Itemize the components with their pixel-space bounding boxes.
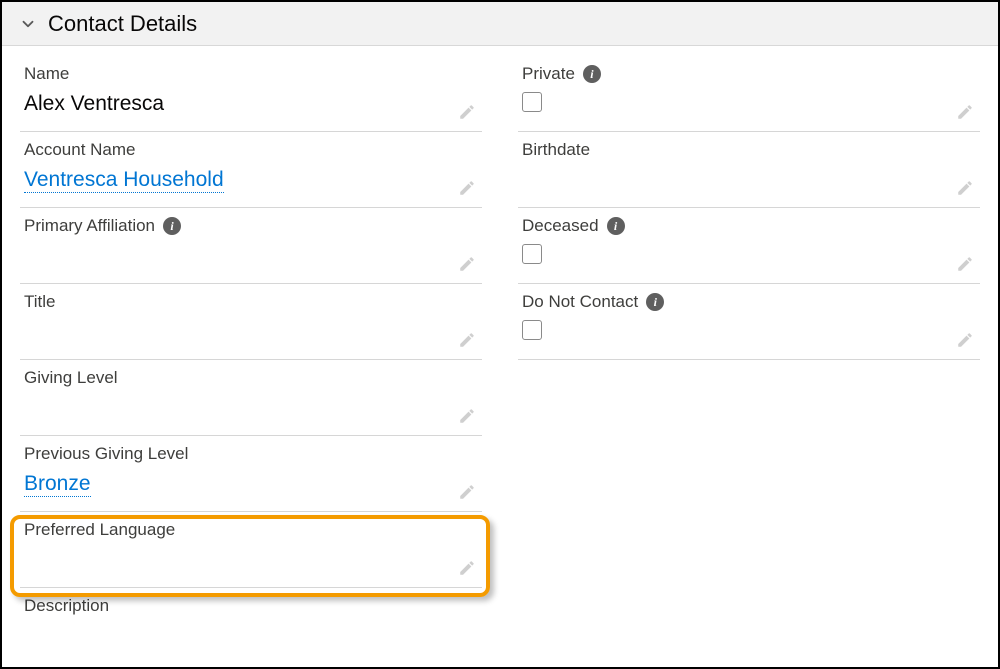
info-icon[interactable]: i: [583, 65, 601, 83]
field-account-name: Account Name Ventresca Household: [20, 132, 482, 208]
field-label: Birthdate: [522, 140, 590, 160]
chevron-down-icon: [18, 14, 38, 34]
pencil-icon[interactable]: [458, 103, 476, 121]
info-icon[interactable]: i: [607, 217, 625, 235]
pencil-icon[interactable]: [458, 407, 476, 425]
field-description: Description: [20, 588, 482, 628]
info-icon[interactable]: i: [163, 217, 181, 235]
field-label: Deceased: [522, 216, 599, 236]
field-value: [24, 394, 452, 420]
pencil-icon[interactable]: [458, 559, 476, 577]
do-not-contact-checkbox[interactable]: [522, 320, 542, 340]
field-label: Account Name: [24, 140, 136, 160]
field-label: Private: [522, 64, 575, 84]
pencil-icon[interactable]: [956, 179, 974, 197]
field-do-not-contact: Do Not Contact i: [518, 284, 980, 360]
field-label: Preferred Language: [24, 520, 175, 540]
pencil-icon[interactable]: [956, 331, 974, 349]
account-link[interactable]: Ventresca Household: [24, 168, 224, 193]
field-label: Name: [24, 64, 69, 84]
field-value: [24, 242, 452, 268]
right-column: Private i Birthdate Deceased: [500, 56, 988, 628]
field-label: Title: [24, 292, 56, 312]
field-value: [24, 318, 452, 344]
field-private: Private i: [518, 56, 980, 132]
field-value: Bronze: [24, 470, 452, 497]
field-value: [522, 166, 950, 192]
info-icon[interactable]: i: [646, 293, 664, 311]
field-label: Primary Affiliation: [24, 216, 155, 236]
field-title: Title: [20, 284, 482, 360]
section-header[interactable]: Contact Details: [2, 2, 998, 46]
field-label: Giving Level: [24, 368, 118, 388]
pencil-icon[interactable]: [458, 483, 476, 501]
field-value: [24, 546, 452, 572]
contact-details-panel: Contact Details Name Alex Ventresca Acco…: [0, 0, 1000, 669]
field-value: Alex Ventresca: [24, 90, 452, 117]
pencil-icon[interactable]: [458, 331, 476, 349]
section-title: Contact Details: [48, 11, 197, 37]
field-label: Do Not Contact: [522, 292, 638, 312]
pencil-icon[interactable]: [956, 103, 974, 121]
pencil-icon[interactable]: [956, 255, 974, 273]
field-preferred-language: Preferred Language: [20, 512, 482, 588]
field-value: Ventresca Household: [24, 166, 452, 193]
field-name: Name Alex Ventresca: [20, 56, 482, 132]
field-giving-level: Giving Level: [20, 360, 482, 436]
field-deceased: Deceased i: [518, 208, 980, 284]
left-column: Name Alex Ventresca Account Name Ventres…: [12, 56, 500, 628]
pencil-icon[interactable]: [458, 179, 476, 197]
deceased-checkbox[interactable]: [522, 244, 542, 264]
field-primary-affiliation: Primary Affiliation i: [20, 208, 482, 284]
previous-level-link[interactable]: Bronze: [24, 472, 91, 497]
field-label: Description: [24, 596, 109, 616]
pencil-icon[interactable]: [458, 255, 476, 273]
private-checkbox[interactable]: [522, 92, 542, 112]
field-previous-giving-level: Previous Giving Level Bronze: [20, 436, 482, 512]
field-label: Previous Giving Level: [24, 444, 188, 464]
field-birthdate: Birthdate: [518, 132, 980, 208]
